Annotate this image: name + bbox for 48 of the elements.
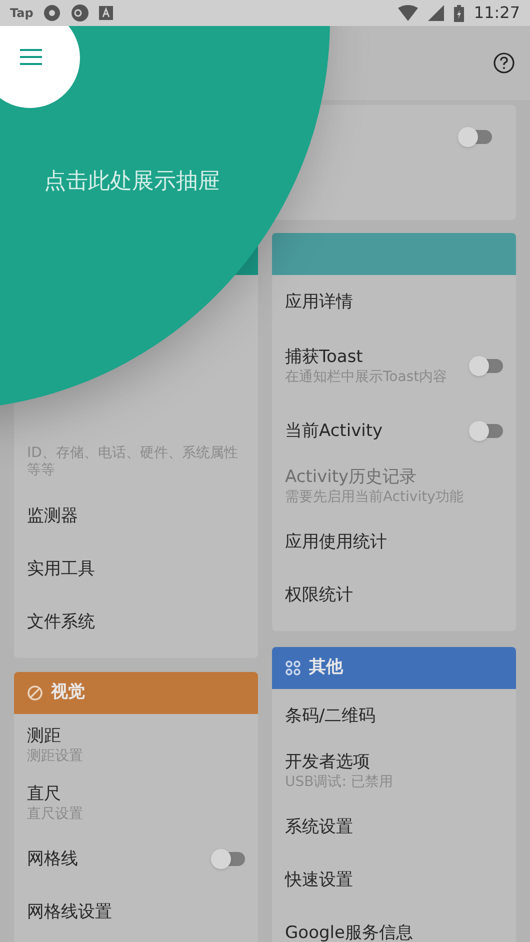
item-title: 开发者选项 bbox=[285, 751, 371, 773]
item-title: 测距 bbox=[27, 725, 62, 747]
item-title: 捕获Toast bbox=[285, 346, 364, 368]
item-title: 监测器 bbox=[27, 504, 79, 526]
list-item[interactable]: 文件系统 bbox=[14, 595, 258, 648]
list-item[interactable]: 监测器 bbox=[14, 489, 258, 542]
status-time: 11:27 bbox=[474, 2, 520, 24]
toggle-switch[interactable] bbox=[458, 127, 492, 147]
item-title: 直尺 bbox=[27, 783, 62, 805]
list-item[interactable]: 快速设置 bbox=[272, 853, 516, 906]
list-item[interactable]: 条码/二维码 bbox=[272, 689, 516, 742]
battery-icon bbox=[454, 4, 464, 22]
toggle-switch[interactable] bbox=[211, 848, 245, 868]
item-title: 当前Activity bbox=[285, 420, 384, 442]
list-item[interactable]: 网格线 bbox=[14, 832, 258, 885]
item-title: 系统设置 bbox=[285, 816, 354, 838]
list-item[interactable]: 应用使用统计 bbox=[272, 515, 516, 568]
help-icon[interactable] bbox=[493, 52, 515, 74]
eye-slash-icon bbox=[27, 685, 43, 701]
list-item[interactable]: Google服务信息 bbox=[272, 906, 516, 942]
item-title: 应用使用统计 bbox=[285, 530, 388, 552]
grid-icon bbox=[285, 660, 301, 676]
list-item[interactable]: 权限统计 bbox=[272, 568, 516, 621]
list-item[interactable]: 实用工具 bbox=[14, 542, 258, 595]
item-title: 实用工具 bbox=[27, 558, 96, 580]
item-title: 权限统计 bbox=[285, 584, 354, 606]
item-title: 快速设置 bbox=[285, 868, 354, 890]
status-app-label: Tap bbox=[10, 5, 34, 22]
card-title: 视觉 bbox=[51, 681, 85, 704]
card-title: 其他 bbox=[309, 656, 343, 680]
toggle-switch[interactable] bbox=[469, 420, 503, 440]
circle-logo-icon bbox=[71, 4, 90, 22]
list-item[interactable]: 当前Activity bbox=[272, 404, 516, 457]
item-title: 应用详情 bbox=[285, 290, 354, 312]
item-title: Google服务信息 bbox=[285, 922, 414, 942]
font-icon bbox=[99, 6, 114, 20]
item-title: 网格线设置 bbox=[27, 900, 113, 922]
item-title: 条码/二维码 bbox=[285, 704, 377, 726]
item-title: 网格线 bbox=[27, 848, 79, 870]
wifi-icon bbox=[398, 5, 418, 21]
item-title: 文件系统 bbox=[27, 610, 96, 632]
item-title: Activity历史记录 bbox=[285, 466, 418, 488]
toggle-switch[interactable] bbox=[469, 356, 503, 376]
signal-icon bbox=[428, 5, 444, 21]
coach-mark-hint: 点击此处展示抽屉 bbox=[44, 168, 220, 196]
menu-icon bbox=[20, 49, 42, 65]
list-item[interactable]: 系统设置 bbox=[272, 800, 516, 853]
list-item[interactable]: 网格线设置 bbox=[14, 885, 258, 938]
